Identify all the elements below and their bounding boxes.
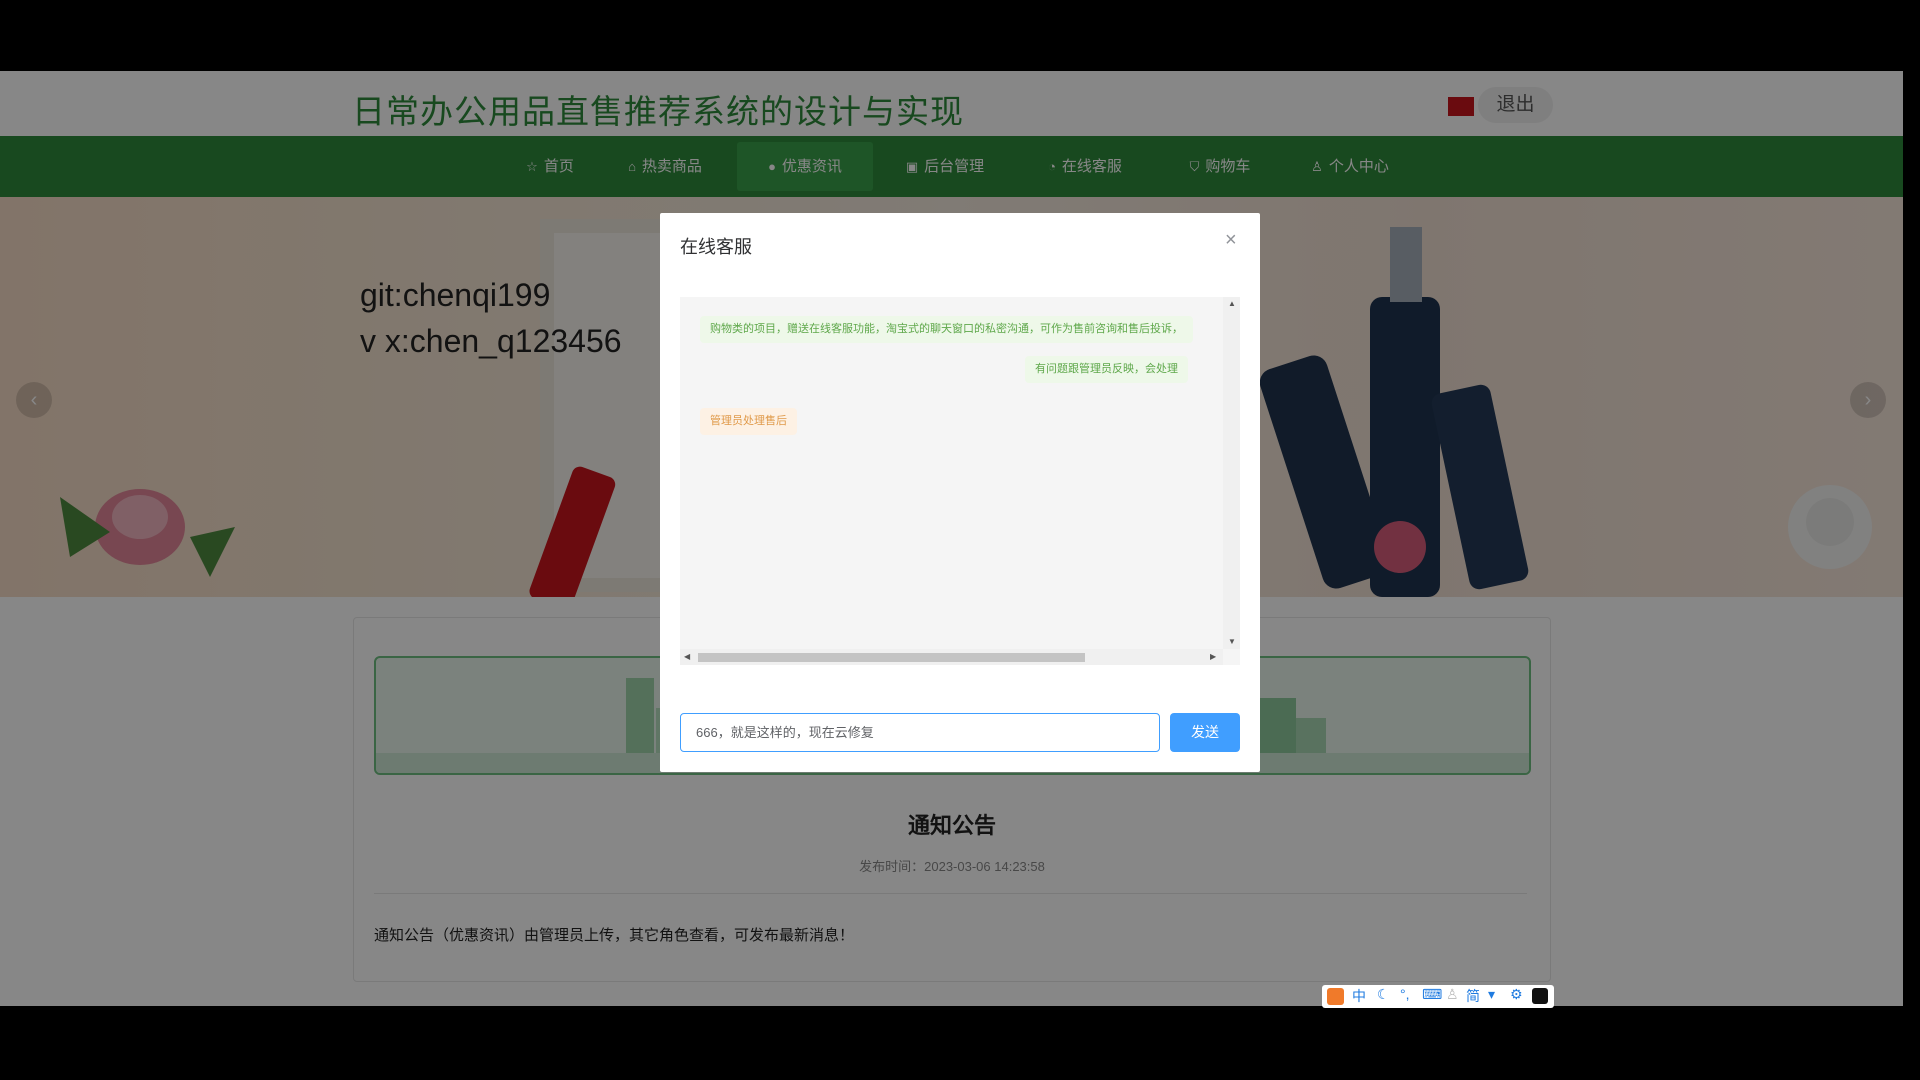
send-button[interactable]: 发送 — [1170, 713, 1240, 752]
tiktok-icon[interactable] — [1532, 988, 1548, 1004]
scroll-thumb[interactable] — [698, 653, 1085, 662]
chat-message: 有问题跟管理员反映，会处理 — [1025, 356, 1188, 383]
skin-icon[interactable]: ▾ — [1488, 986, 1495, 1003]
keyboard-icon[interactable]: ⌨ — [1422, 986, 1442, 1003]
scroll-left-icon[interactable]: ◀ — [684, 652, 690, 661]
chat-message: 购物类的项目，赠送在线客服功能，淘宝式的聊天窗口的私密沟通，可作为售前咨询和售后… — [700, 316, 1193, 343]
horizontal-scrollbar[interactable]: ◀ ▶ — [680, 649, 1223, 665]
message-input[interactable]: 666，就是这样的，现在云修复 — [680, 713, 1160, 752]
dialog-title: 在线客服 — [680, 237, 752, 257]
vertical-scrollbar[interactable]: ▲ ▼ — [1223, 297, 1240, 649]
chat-message: 管理员处理售后 — [700, 408, 797, 435]
close-icon[interactable]: × — [1225, 229, 1237, 252]
gear-icon[interactable]: ⚙ — [1510, 986, 1523, 1003]
ime-mode[interactable]: 简 — [1466, 986, 1480, 1006]
user-icon[interactable]: ♙ — [1446, 986, 1459, 1003]
sogou-logo-icon[interactable] — [1327, 988, 1344, 1005]
scroll-up-icon[interactable]: ▲ — [1228, 299, 1236, 308]
online-service-dialog: 在线客服 × 购物类的项目，赠送在线客服功能，淘宝式的聊天窗口的私密沟通，可作为… — [660, 213, 1260, 772]
ime-lang[interactable]: 中 — [1352, 986, 1366, 1006]
moon-icon[interactable]: ☾ — [1377, 986, 1390, 1003]
scroll-down-icon[interactable]: ▼ — [1228, 637, 1236, 646]
ime-toolbar: 中 ☾ °, ⌨ ♙ 简 ▾ ⚙ — [1322, 985, 1554, 1008]
chat-history[interactable]: 购物类的项目，赠送在线客服功能，淘宝式的聊天窗口的私密沟通，可作为售前咨询和售后… — [680, 297, 1240, 665]
scroll-right-icon[interactable]: ▶ — [1210, 652, 1216, 661]
punctuation-icon[interactable]: °, — [1400, 986, 1410, 1002]
